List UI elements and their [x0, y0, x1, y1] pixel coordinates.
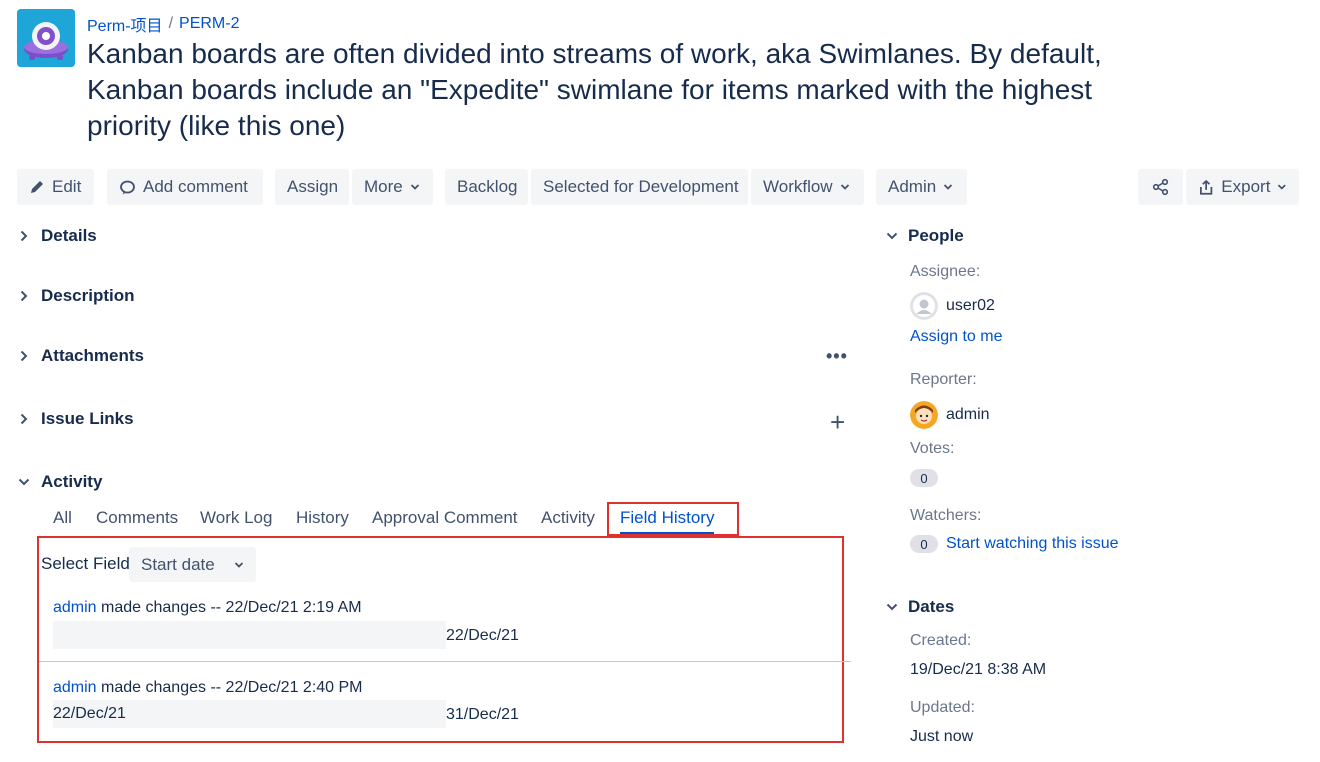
assign-to-me-link[interactable]: Assign to me — [910, 328, 1002, 346]
select-field-dropdown[interactable]: Start date — [129, 547, 256, 582]
updated-value: Just now — [910, 728, 974, 745]
module-attachments-title: Attachments — [41, 346, 144, 365]
chevron-down-icon — [1278, 184, 1287, 190]
more-button[interactable]: More — [352, 169, 433, 205]
assign-button[interactable]: Assign — [275, 169, 349, 205]
votes-label: Votes: — [910, 440, 955, 457]
edit-button[interactable]: Edit — [17, 169, 94, 205]
admin-button[interactable]: Admin — [876, 169, 967, 205]
add-comment-button-label: Add comment — [143, 177, 248, 196]
assign-button-label: Assign — [287, 177, 339, 196]
avatar — [910, 292, 938, 320]
created-value: 19/Dec/21 8:38 AM — [910, 661, 1047, 678]
chevron-down-icon — [840, 184, 849, 190]
export-icon — [1200, 179, 1213, 195]
pencil-icon — [31, 181, 43, 193]
module-dates[interactable]: Dates — [886, 597, 954, 617]
admin-button-label: Admin — [888, 177, 937, 196]
tab-comments[interactable]: Comments — [96, 508, 178, 528]
module-details-title: Details — [41, 226, 97, 245]
watchers-label: Watchers: — [910, 507, 982, 524]
share-button[interactable] — [1138, 169, 1183, 205]
history-entry-action: made changes -- 22/Dec/21 2:19 AM — [101, 599, 362, 616]
reporter-value[interactable]: admin — [910, 401, 990, 429]
history-entry-new-value: 22/Dec/21 — [446, 627, 519, 644]
updated-label: Updated: — [910, 699, 975, 716]
assignee-name: user02 — [946, 297, 995, 314]
module-activity[interactable]: Activity — [17, 472, 102, 492]
selected-for-development-button[interactable]: Selected for Development — [531, 169, 748, 205]
chevron-down-icon — [944, 184, 953, 190]
tab-all[interactable]: All — [53, 508, 72, 528]
chevron-down-icon — [886, 597, 898, 617]
edit-button-label: Edit — [52, 177, 82, 196]
history-entry-divider — [39, 661, 851, 662]
module-dates-title: Dates — [908, 597, 955, 616]
backlog-button-label: Backlog — [457, 177, 518, 196]
history-entry-user-link[interactable]: admin — [53, 599, 97, 616]
selected-for-development-label: Selected for Development — [543, 177, 739, 196]
module-description-title: Description — [41, 286, 135, 305]
workflow-button-label: Workflow — [763, 177, 833, 196]
chevron-down-icon — [17, 475, 31, 489]
created-label: Created: — [910, 632, 972, 649]
avatar — [910, 401, 938, 429]
breadcrumb-separator: / — [168, 15, 174, 32]
history-entry-old-value — [53, 621, 446, 649]
module-people-title: People — [908, 226, 964, 245]
history-entry-user-link[interactable]: admin — [53, 679, 97, 696]
history-entry-header: admin made changes -- 22/Dec/21 2:40 PM — [53, 679, 363, 697]
highlight-field-history-tab — [607, 502, 739, 536]
add-issue-link-icon[interactable]: + — [830, 409, 845, 435]
tab-approval-comment[interactable]: Approval Comment — [372, 508, 518, 528]
chevron-down-icon — [234, 561, 244, 568]
module-issue-links-title: Issue Links — [41, 409, 134, 428]
share-icon — [1152, 178, 1168, 196]
start-watching-link[interactable]: Start watching this issue — [946, 535, 1119, 553]
chevron-right-icon — [17, 229, 31, 243]
history-entry-old-value: 22/Dec/21 — [53, 700, 446, 728]
select-field-value: Start date — [141, 554, 215, 574]
module-description[interactable]: Description — [17, 286, 135, 306]
module-details[interactable]: Details — [17, 226, 97, 246]
add-comment-button[interactable]: Add comment — [107, 169, 263, 205]
chevron-right-icon — [17, 349, 31, 363]
history-entry-header: admin made changes -- 22/Dec/21 2:19 AM — [53, 599, 362, 617]
module-activity-title: Activity — [41, 472, 103, 491]
comment-icon — [120, 180, 135, 194]
backlog-button[interactable]: Backlog — [445, 169, 528, 205]
assignee-label: Assignee: — [910, 263, 981, 280]
tab-history[interactable]: History — [296, 508, 349, 528]
breadcrumb: Perm-项目 / PERM-2 — [87, 12, 239, 36]
export-button-label: Export — [1221, 177, 1271, 196]
reporter-label: Reporter: — [910, 371, 977, 388]
tab-activity[interactable]: Activity — [541, 508, 595, 528]
watchers-value: 0 Start watching this issue — [910, 535, 1119, 553]
votes-count-badge: 0 — [910, 469, 938, 487]
reporter-name: admin — [946, 406, 990, 423]
project-avatar[interactable] — [17, 9, 75, 67]
history-entry-new-value: 31/Dec/21 — [446, 706, 519, 723]
module-attachments[interactable]: Attachments — [17, 346, 144, 366]
votes-value[interactable]: 0 — [910, 469, 938, 487]
assignee-value[interactable]: user02 — [910, 292, 995, 320]
more-button-label: More — [364, 177, 403, 196]
workflow-button[interactable]: Workflow — [751, 169, 864, 205]
chevron-down-icon — [886, 226, 898, 246]
breadcrumb-project-link[interactable]: Perm-项目 — [87, 12, 163, 36]
chevron-right-icon — [17, 289, 31, 303]
select-field-label: Select Field — [41, 554, 130, 573]
chevron-right-icon — [17, 412, 31, 426]
history-entry-action: made changes -- 22/Dec/21 2:40 PM — [101, 679, 363, 696]
chevron-down-icon — [410, 184, 419, 190]
issue-summary[interactable]: Kanban boards are often divided into str… — [87, 36, 1147, 144]
module-people[interactable]: People — [886, 226, 964, 246]
module-issue-links[interactable]: Issue Links — [17, 409, 134, 429]
tab-work-log[interactable]: Work Log — [200, 508, 272, 528]
export-button[interactable]: Export — [1186, 169, 1299, 205]
issue-toolbar: Edit Add comment Assign More Backlog Sel… — [17, 169, 1299, 205]
attachments-more-icon[interactable]: ••• — [826, 346, 848, 367]
breadcrumb-issue-key-link[interactable]: PERM-2 — [179, 15, 239, 33]
watchers-count-badge: 0 — [910, 535, 938, 553]
